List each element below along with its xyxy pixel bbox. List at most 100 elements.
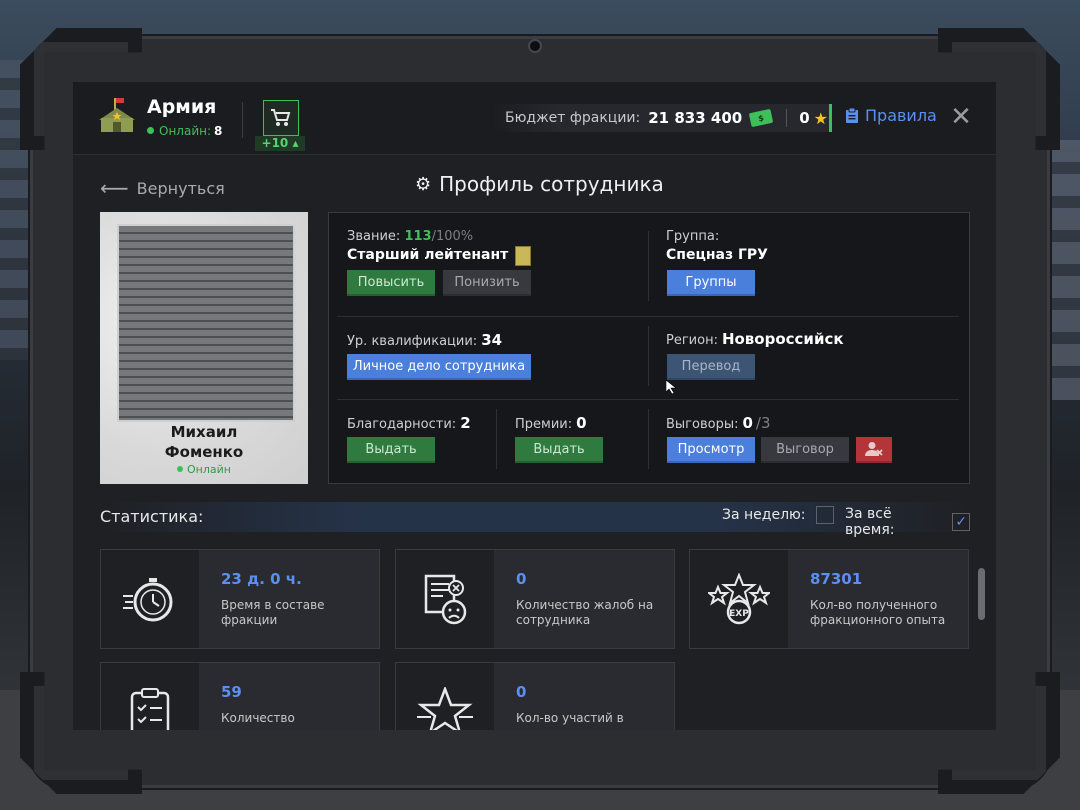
region-name: Новороссийск — [721, 330, 844, 348]
stats-scrollbar[interactable] — [978, 568, 985, 620]
personal-file-button[interactable]: Личное дело сотрудника — [347, 354, 531, 380]
online-count: 8 — [214, 124, 223, 138]
stat-value: 59 — [221, 683, 242, 701]
page-title: ⚙ Профиль сотрудника — [415, 172, 664, 196]
stat-value: 87301 — [810, 570, 863, 588]
reprimand-button[interactable]: Выговор — [761, 437, 849, 463]
page-title-text: Профиль сотрудника — [439, 172, 664, 196]
stat-icon-wrap: EXP — [690, 550, 788, 648]
stat-card-participation: 0 Кол-во участий в — [395, 662, 675, 730]
stat-card-complaints: 0 Количество жалоб на сотрудника — [395, 549, 675, 649]
all-time-checkbox[interactable]: ✓ — [952, 513, 970, 531]
stat-value: 0 — [516, 570, 527, 588]
transfer-button[interactable]: Перевод — [667, 354, 755, 380]
filter-week-label: За неделю: — [722, 507, 806, 523]
stat-value: 23 д. 0 ч. — [221, 570, 302, 588]
reprimand-label-text: Выговоры: — [666, 417, 739, 432]
statistics-header: Статистика: За неделю: За всё время: ✓ — [100, 502, 970, 538]
online-dot — [147, 127, 154, 134]
filter-all-time-label: За всё время: — [845, 506, 895, 538]
rank-name: Старший лейтенант — [347, 247, 509, 263]
complaint-icon — [424, 574, 467, 625]
grid-line — [337, 316, 959, 317]
employee-status-text: Онлайн — [187, 463, 231, 476]
back-button[interactable]: ⟵ Вернуться — [100, 176, 225, 200]
shop-bonus-badge: +10 ▴ — [255, 136, 305, 151]
demote-button[interactable]: Понизить — [443, 270, 531, 296]
budget-value: 21 833 400 — [648, 109, 743, 127]
bonus-label: Премии: 0 — [515, 414, 587, 432]
budget-label: Бюджет фракции: — [505, 110, 641, 126]
qualification-value: 34 — [481, 331, 503, 349]
header-divider — [242, 102, 243, 138]
rules-label: Правила — [865, 106, 937, 125]
close-icon[interactable]: ✕ — [950, 104, 972, 130]
online-label: Онлайн: — [159, 124, 212, 138]
thanks-value: 2 — [460, 414, 471, 432]
stat-description: Кол-во участий в — [516, 711, 624, 725]
shop-button[interactable] — [263, 100, 299, 136]
shop-bonus-value: +10 — [261, 136, 289, 150]
stat-icon-wrap — [396, 663, 494, 730]
stars-value: 0 — [799, 109, 810, 127]
employee-info-panel: Звание: 113/100% Старший лейтенант Повыс… — [328, 212, 970, 484]
stat-description: Время в составе фракции — [221, 598, 325, 627]
region-label-text: Регион: — [666, 333, 718, 348]
arrow-left-icon: ⟵ — [100, 176, 129, 200]
employee-status: Онлайн — [100, 463, 308, 476]
week-checkbox[interactable] — [815, 506, 834, 524]
rank-insignia-icon — [515, 246, 531, 266]
view-reprimands-button[interactable]: Просмотр — [667, 437, 755, 463]
employee-name: Михаил Фоменко — [100, 422, 308, 462]
filter-all-time[interactable]: За всё время: ✓ — [845, 506, 970, 538]
statistics-title: Статистика: — [100, 507, 204, 526]
qualification-label-text: Ур. квалификации: — [347, 334, 478, 349]
give-bonus-button[interactable]: Выдать — [515, 437, 603, 463]
faction-online: Онлайн: 8 — [147, 124, 222, 138]
stat-description: Кол-во полученного фракционного опыта — [810, 598, 946, 627]
grid-line — [648, 409, 649, 469]
employee-last-name: Фоменко — [164, 443, 244, 461]
star-icon: ★ — [813, 108, 828, 128]
army-tent-icon — [99, 98, 135, 132]
svg-text:EXP: EXP — [729, 609, 749, 619]
budget-divider — [786, 109, 788, 127]
rules-link[interactable]: Правила — [845, 106, 937, 125]
grid-line — [496, 409, 497, 469]
back-label: Вернуться — [136, 178, 225, 198]
bonus-label-text: Премии: — [515, 417, 573, 432]
reprimand-max: /3 — [755, 414, 771, 432]
stat-value: 0 — [516, 683, 527, 701]
reprimand-value: 0 — [742, 414, 753, 432]
tablet-camera — [530, 41, 540, 51]
give-thanks-button[interactable]: Выдать — [347, 437, 435, 463]
employee-first-name: Михаил — [170, 423, 238, 441]
stat-icon-wrap — [396, 550, 494, 648]
gear-icon: ⚙ — [415, 173, 432, 195]
bonus-value: 0 — [576, 414, 587, 432]
online-dot — [177, 466, 184, 472]
groups-button[interactable]: Группы — [667, 270, 755, 296]
stat-icon-wrap — [101, 663, 199, 730]
region-label: Регион: Новороссийск — [666, 330, 844, 348]
promote-button[interactable]: Повысить — [347, 270, 435, 296]
mouse-cursor-icon — [666, 380, 677, 395]
grid-line — [337, 399, 959, 400]
group-name: Спецназ ГРУ — [666, 247, 768, 263]
grid-line — [648, 326, 649, 386]
stat-icon-wrap — [101, 550, 199, 648]
stat-card-experience: EXP 87301 Кол-во полученного фракционног… — [689, 549, 969, 649]
group-label: Группа: — [666, 229, 720, 244]
stat-description: Количество жалоб на сотрудника — [516, 598, 654, 627]
exp-stars-icon: EXP — [708, 573, 770, 625]
header-bar: Армия Онлайн: 8 +10 ▴ Бюджет фракции: 21 … — [73, 82, 996, 155]
cart-icon — [271, 109, 291, 126]
faction-name: Армия — [147, 96, 217, 118]
mugshot-placeholder — [117, 224, 295, 422]
rank-label: Звание: 113/100% — [347, 229, 473, 244]
filter-week[interactable]: За неделю: — [722, 506, 834, 524]
star-icon — [417, 687, 473, 730]
stat-card-time: 23 д. 0 ч. Время в составе фракции — [100, 549, 380, 649]
money-icon: $ — [748, 108, 774, 128]
fire-employee-button[interactable] — [856, 437, 892, 463]
